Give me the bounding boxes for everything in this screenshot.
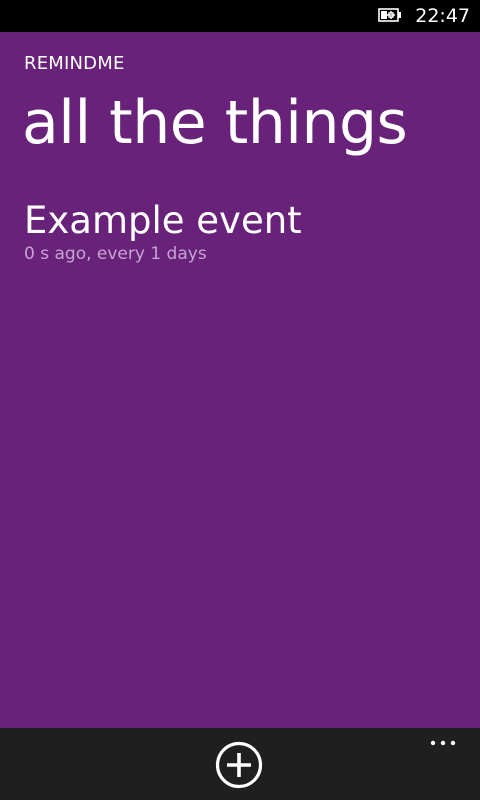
page-title: all the things xyxy=(22,88,408,158)
app-title: REMINDME xyxy=(24,53,125,74)
battery-charging-icon xyxy=(378,8,401,22)
add-button[interactable] xyxy=(215,741,263,789)
main-page: REMINDME all the things Example event 0 … xyxy=(0,32,480,728)
app-bar xyxy=(0,728,480,800)
list-item-event[interactable]: Example event 0 s ago, every 1 days xyxy=(24,198,464,264)
status-bar: 22:47 xyxy=(0,0,480,32)
more-ellipsis-icon xyxy=(430,740,456,746)
more-button[interactable] xyxy=(418,730,468,760)
status-time: 22:47 xyxy=(415,5,470,27)
event-subtitle: 0 s ago, every 1 days xyxy=(24,244,207,264)
add-circle-icon xyxy=(215,741,263,789)
event-title: Example event xyxy=(24,199,302,242)
